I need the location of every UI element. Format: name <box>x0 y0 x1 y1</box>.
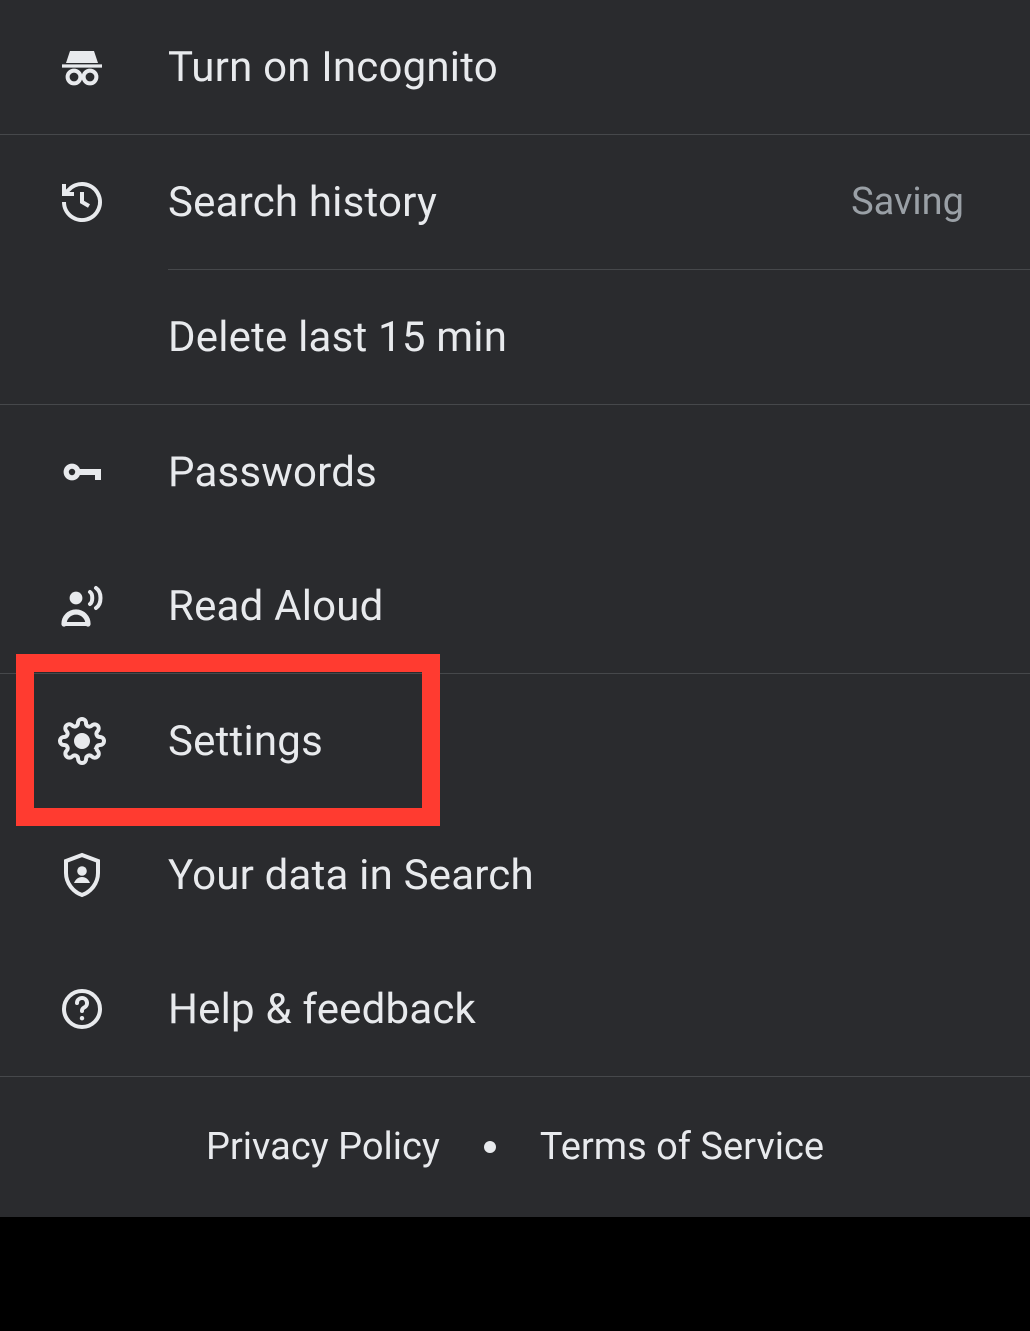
menu-item-your-data[interactable]: Your data in Search <box>0 808 1030 942</box>
menu-item-label: Search history <box>168 178 851 227</box>
menu-item-search-history[interactable]: Search history Saving <box>0 135 1030 269</box>
search-history-status: Saving <box>851 180 974 224</box>
incognito-icon <box>56 41 108 93</box>
terms-of-service-link[interactable]: Terms of Service <box>540 1125 824 1169</box>
menu-item-read-aloud[interactable]: Read Aloud <box>0 539 1030 673</box>
key-icon <box>56 446 108 498</box>
menu-item-label: Passwords <box>168 448 974 497</box>
help-icon <box>56 983 108 1035</box>
menu-panel: Turn on Incognito Search history Saving … <box>0 0 1030 1217</box>
menu-item-label: Turn on Incognito <box>168 43 974 92</box>
menu-item-label: Delete last 15 min <box>168 313 974 362</box>
menu-item-label: Your data in Search <box>168 851 974 900</box>
menu-item-help[interactable]: Help & feedback <box>0 942 1030 1076</box>
menu-item-settings[interactable]: Settings <box>0 674 1030 808</box>
menu-item-passwords[interactable]: Passwords <box>0 405 1030 539</box>
menu-item-label: Read Aloud <box>168 582 974 631</box>
separator-dot <box>484 1141 496 1153</box>
menu-item-label: Settings <box>168 717 974 766</box>
menu-item-label: Help & feedback <box>168 985 974 1034</box>
gear-icon <box>56 715 108 767</box>
menu-item-incognito[interactable]: Turn on Incognito <box>0 0 1030 134</box>
history-icon <box>56 176 108 228</box>
footer: Privacy Policy Terms of Service <box>0 1077 1030 1217</box>
bottom-bar <box>0 1217 1030 1277</box>
shield-user-icon <box>56 849 108 901</box>
read-aloud-icon <box>56 580 108 632</box>
menu-item-delete-15min[interactable]: Delete last 15 min <box>0 270 1030 404</box>
privacy-policy-link[interactable]: Privacy Policy <box>206 1125 440 1169</box>
